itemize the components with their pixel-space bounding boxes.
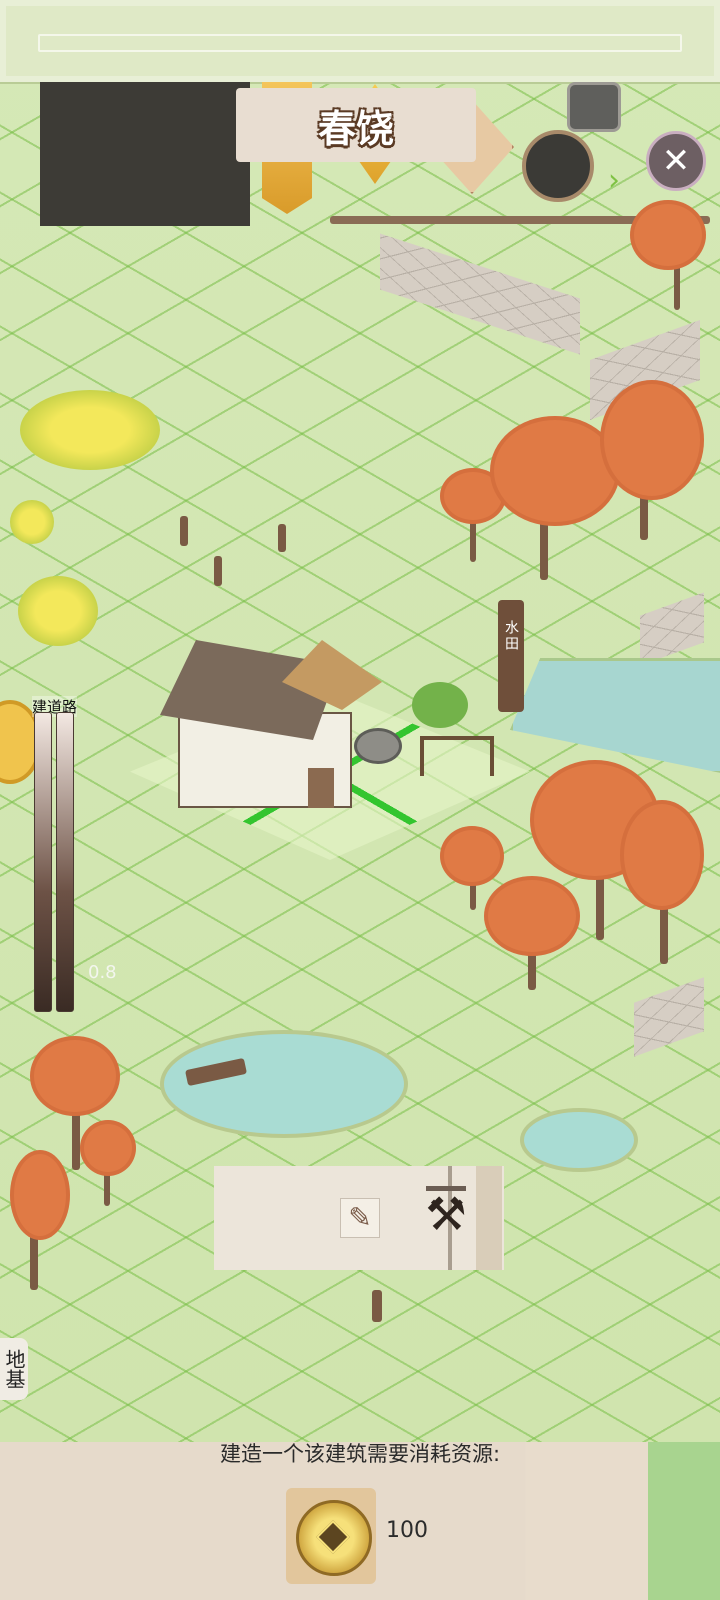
maple-tree — [600, 380, 704, 500]
rice-paddy[interactable] — [510, 658, 720, 774]
field-sign-label: 水田 — [503, 620, 519, 652]
maple-tree — [80, 1120, 136, 1176]
foundation-tab[interactable]: 地基 — [0, 1338, 28, 1400]
tree-stump[interactable] — [278, 524, 286, 552]
maple-tree — [630, 200, 706, 270]
well-icon — [354, 728, 402, 764]
maple-tree — [440, 826, 504, 886]
maple-tree — [620, 800, 704, 910]
fence — [420, 736, 494, 776]
arrow-right-icon: › — [608, 163, 620, 198]
close-button[interactable]: ✕ — [646, 131, 706, 191]
maple-tree — [30, 1036, 120, 1116]
season-title: 春饶 — [317, 105, 394, 151]
cost-prompt: 建造一个该建筑需要消耗资源: — [219, 1442, 501, 1466]
hammer-icon[interactable]: ⚒ — [418, 1186, 474, 1242]
maple-tree — [484, 876, 580, 956]
minimap-panel[interactable] — [40, 82, 250, 226]
yellow-flower-bush — [10, 500, 54, 544]
resource-amount: 100 — [386, 1518, 428, 1543]
tree-stump[interactable] — [372, 1290, 382, 1322]
small-green-tree — [412, 682, 468, 728]
stone-path — [640, 592, 704, 666]
pond — [520, 1108, 638, 1172]
brush-icon[interactable]: ✎ — [340, 1198, 380, 1238]
tree-stump[interactable] — [180, 516, 188, 546]
build-progress-bar[interactable] — [34, 712, 74, 1012]
tree-stump[interactable] — [214, 556, 222, 586]
yellow-flower-bush — [20, 390, 160, 470]
game-map[interactable]: 春饶 ✕ › 水田 建道路 0.8 地基 ✎ ⚒ 建造一个该建筑需要消耗资源: … — [0, 0, 720, 1600]
menu-square-button[interactable] — [567, 82, 621, 132]
stone-path — [634, 977, 704, 1057]
field-sign: 水田 — [498, 600, 524, 712]
round-dark-button[interactable] — [522, 130, 594, 202]
top-frame — [0, 0, 720, 84]
house-door — [308, 768, 334, 808]
maple-tree — [10, 1150, 70, 1240]
build-bar-value: 0.8 — [88, 962, 117, 983]
yellow-flower-bush — [18, 576, 98, 646]
title-plaque: 春饶 — [236, 88, 476, 162]
stone-path — [380, 233, 580, 355]
